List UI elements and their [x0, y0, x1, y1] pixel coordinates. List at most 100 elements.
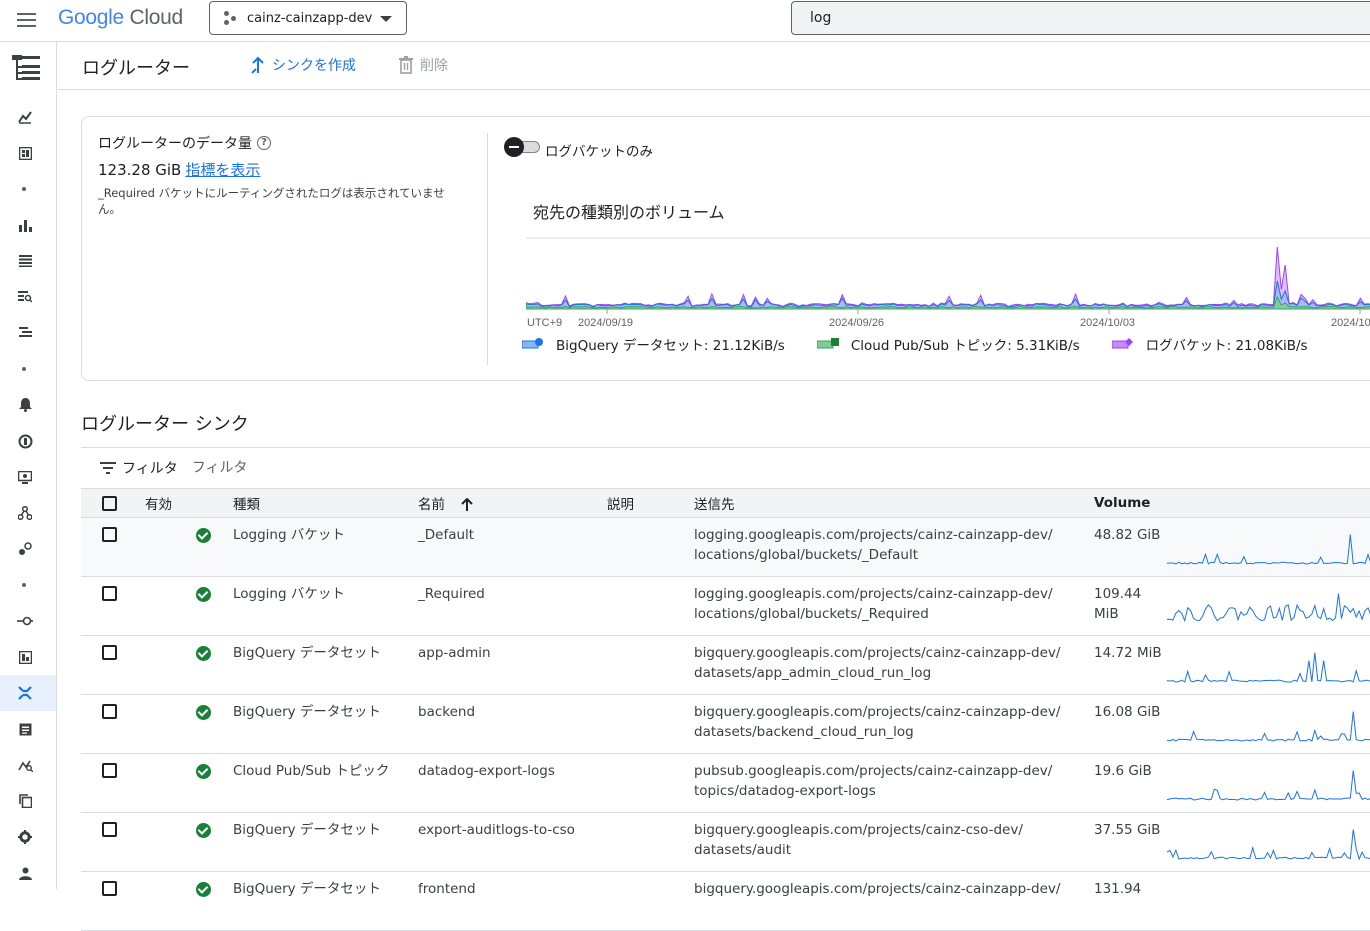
project-selector[interactable]: cainz-cainzapp-dev — [209, 1, 407, 35]
trace-icon[interactable] — [16, 612, 34, 630]
sink-name[interactable]: export-auditlogs-to-cso — [418, 813, 607, 872]
google-cloud-logo[interactable]: Google Cloud — [58, 6, 183, 30]
table-row[interactable]: BigQuery データセット export-auditlogs-to-cso … — [81, 813, 1370, 872]
sink-name[interactable]: datadog-export-logs — [418, 754, 607, 813]
nav-separator-dot — [22, 367, 26, 371]
volume-sparkline — [1167, 577, 1370, 636]
delete-button[interactable]: 削除 — [398, 55, 448, 75]
row-checkbox[interactable] — [102, 645, 117, 660]
sink-name[interactable]: frontend — [418, 872, 607, 931]
row-checkbox[interactable] — [102, 704, 117, 719]
uptime-icon[interactable] — [16, 432, 34, 450]
legend-label: ログバケット: 21.08KiB/s — [1145, 338, 1308, 354]
legend-item-log-bucket[interactable]: ログバケット: 21.08KiB/s — [1111, 334, 1308, 354]
sink-description — [607, 754, 694, 813]
sink-name[interactable]: _Required — [418, 577, 607, 636]
log-analytics-icon[interactable] — [16, 324, 34, 342]
check-circle-icon — [196, 823, 211, 838]
sink-destination: logging.googleapis.com/projects/cainz-ca… — [694, 527, 1053, 563]
chevron-down-icon — [380, 16, 392, 22]
copy-icon[interactable] — [16, 792, 34, 810]
sink-description — [607, 518, 694, 577]
row-checkbox[interactable] — [102, 527, 117, 542]
column-header-name-label: 名前 — [418, 497, 445, 513]
sink-description — [607, 872, 694, 931]
search-input[interactable]: log — [791, 1, 1370, 35]
legend-item-bigquery[interactable]: BigQuery データセット: 21.12KiB/s — [522, 334, 785, 354]
left-nav — [0, 42, 57, 889]
legend-swatch-icon — [522, 338, 543, 349]
chart-legend: BigQuery データセット: 21.12KiB/s Cloud Pub/Su… — [522, 334, 1340, 354]
sink-name[interactable]: backend — [418, 695, 607, 754]
create-sink-button[interactable]: シンクを作成 — [250, 55, 356, 75]
sink-volume: 131.94 — [1094, 881, 1142, 897]
column-header-volume[interactable]: Volume — [1094, 488, 1370, 518]
table-row[interactable]: Cloud Pub/Sub トピック datadog-export-logs p… — [81, 754, 1370, 813]
log-storage-icon[interactable] — [16, 720, 34, 738]
legend-label: Cloud Pub/Sub トピック: 5.31KiB/s — [850, 338, 1080, 354]
sink-destination: logging.googleapis.com/projects/cainz-ca… — [694, 586, 1053, 622]
row-checkbox[interactable] — [102, 822, 117, 837]
series-log-bucket-area — [526, 246, 1370, 310]
log-router-icon[interactable] — [16, 684, 34, 702]
topology-icon[interactable] — [16, 504, 34, 522]
sink-type: Logging バケット — [233, 586, 345, 602]
help-icon[interactable]: ? — [257, 136, 271, 150]
row-checkbox[interactable] — [102, 763, 117, 778]
select-all-checkbox[interactable] — [102, 495, 117, 511]
legend-label: BigQuery データセット: 21.12KiB/s — [556, 338, 785, 354]
filter-bar[interactable]: フィルタ — [100, 458, 492, 478]
person-icon[interactable] — [16, 864, 34, 882]
metrics-chart-icon[interactable] — [16, 108, 34, 126]
toggle-label: ログバケットのみ — [545, 144, 653, 160]
sinks-section-title: ログルーター シンク — [81, 414, 249, 435]
sink-description — [607, 577, 694, 636]
nav-separator-dot — [22, 583, 26, 587]
search-value: log — [810, 10, 832, 26]
sink-name[interactable]: _Default — [418, 518, 607, 577]
log-metrics-icon[interactable] — [16, 756, 34, 774]
column-header-destination[interactable]: 送信先 — [694, 488, 1094, 518]
gear-icon[interactable] — [16, 828, 34, 846]
volume-sparkline — [1167, 695, 1370, 754]
volume-sparkline — [1167, 872, 1370, 931]
column-header-name[interactable]: 名前 — [418, 488, 607, 518]
sinks-table: 有効 種類 名前 説明 送信先 Volume Logging バケット _Def… — [81, 488, 1370, 931]
x-tick-label: 2024/10 — [1331, 317, 1370, 329]
log-bucket-only-toggle[interactable] — [504, 137, 540, 157]
product-tree-icon[interactable] — [12, 54, 40, 82]
table-row[interactable]: BigQuery データセット backend bigquery.googlea… — [81, 695, 1370, 754]
table-row[interactable]: Logging バケット _Default logging.googleapis… — [81, 517, 1370, 577]
row-checkbox[interactable] — [102, 586, 117, 601]
dashboard-icon[interactable] — [16, 144, 34, 162]
table-row[interactable]: Logging バケット _Required logging.googleapi… — [81, 577, 1370, 636]
profiler-icon[interactable] — [16, 648, 34, 666]
log-search-icon[interactable] — [16, 288, 34, 306]
volume-sparkline — [1167, 636, 1370, 695]
main-menu-button[interactable] — [14, 9, 40, 31]
check-circle-icon — [196, 587, 211, 602]
column-header-description[interactable]: 説明 — [607, 488, 694, 518]
filter-icon — [100, 462, 116, 474]
sink-name[interactable]: app-admin — [418, 636, 607, 695]
bell-icon[interactable] — [16, 396, 34, 414]
logs-list-icon[interactable] — [16, 252, 34, 270]
sink-volume: 37.55 GiB — [1094, 822, 1161, 838]
sink-description — [607, 695, 694, 754]
sink-type: BigQuery データセット — [233, 822, 381, 838]
monitor-icon[interactable] — [16, 468, 34, 486]
bar-chart-icon[interactable] — [16, 216, 34, 234]
view-metrics-link[interactable]: 指標を表示 — [185, 161, 260, 179]
legend-item-pubsub[interactable]: Cloud Pub/Sub トピック: 5.31KiB/s — [816, 334, 1080, 354]
column-header-enabled[interactable]: 有効 — [131, 488, 233, 518]
service-health-icon[interactable] — [16, 540, 34, 558]
sink-description — [607, 813, 694, 872]
volume-sparkline — [1167, 813, 1370, 872]
table-row[interactable]: BigQuery データセット app-admin bigquery.googl… — [81, 636, 1370, 695]
timezone-label: UTC+9 — [527, 317, 562, 329]
filter-input[interactable] — [191, 460, 492, 476]
summary-card: ログルーターのデータ量 ? 123.28 GiB 指標を表示 _Required … — [81, 116, 1370, 381]
volume-sparkline — [1167, 518, 1370, 577]
table-row[interactable]: BigQuery データセット frontend bigquery.google… — [81, 872, 1370, 931]
column-header-type[interactable]: 種類 — [233, 488, 418, 518]
